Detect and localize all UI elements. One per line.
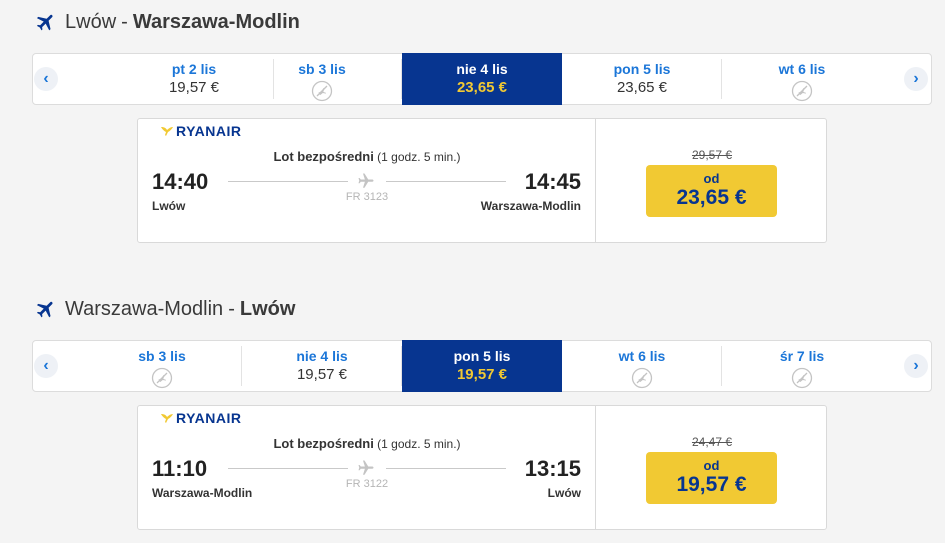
airline-name: RYANAIR [176,410,242,426]
airplane-icon [358,460,374,475]
date-label: sb 3 lis [138,348,186,364]
date-label: pon 5 lis [613,61,671,77]
airline-logo: RYANAIR [160,410,241,426]
route-origin: Warszawa-Modlin [65,297,224,320]
route-line-left [228,468,348,469]
date-option[interactable]: pon 5 lis 23,65 € [562,53,722,105]
flight-details: RYANAIR Lot bezpośredni (1 godz. 5 min.)… [138,406,596,529]
date-label: nie 4 lis [456,61,508,77]
date-label: pon 5 lis [453,348,511,364]
chevron-right-icon[interactable]: › [904,354,928,378]
date-option[interactable]: sb 3 lis [242,53,402,105]
flight-type: Lot bezpośredni (1 godz. 5 min.) [138,149,596,164]
date-selector: ‹ pt 2 lis 19,57 € sb 3 lis nie 4 lis 23… [32,53,932,105]
flight-duration: (1 godz. 5 min.) [377,150,461,164]
departure-airport: Warszawa-Modlin [152,486,253,500]
price-amount: 19,57 € [676,473,747,496]
select-price-button[interactable]: od 19,57 € [646,452,777,504]
route-line-left [228,181,348,182]
date-option-selected[interactable]: pon 5 lis 19,57 € [402,340,562,392]
route-separator: - [121,10,128,33]
flight-card[interactable]: RYANAIR Lot bezpośredni (1 godz. 5 min.)… [137,405,827,530]
old-price: 29,57 € [691,148,733,162]
date-price: 19,57 € [296,366,348,383]
date-label: wt 6 lis [778,61,826,77]
chevron-left-icon[interactable]: ‹ [34,354,58,378]
arrival-airport: Lwów [547,486,581,500]
route-destination: Lwów [239,297,296,320]
date-label: sb 3 lis [298,61,346,77]
date-price: 19,57 € [456,366,508,383]
flight-card[interactable]: RYANAIR Lot bezpośredni (1 godz. 5 min.)… [137,118,827,243]
flight-details: RYANAIR Lot bezpośredni (1 godz. 5 min.)… [138,119,596,242]
date-label: nie 4 lis [296,348,348,364]
route-destination: Warszawa-Modlin [132,10,300,33]
old-price: 24,47 € [691,435,733,449]
date-option[interactable]: nie 4 lis 19,57 € [242,340,402,392]
date-option[interactable]: wt 6 lis [722,53,882,105]
date-option[interactable]: wt 6 lis [562,340,722,392]
ryanair-harp-icon [161,127,173,136]
airline-name: RYANAIR [176,123,242,139]
date-option[interactable]: sb 3 lis [82,340,242,392]
direct-label: Lot bezpośredni [273,149,374,164]
route-title: Lwów - Warszawa-Modlin [35,10,300,34]
direct-label: Lot bezpośredni [273,436,374,451]
date-option[interactable]: śr 7 lis [722,340,882,392]
route-line-right [386,181,506,182]
flight-duration: (1 godz. 5 min.) [377,437,461,451]
date-price: 23,65 € [616,79,668,96]
chevron-right-icon[interactable]: › [904,67,928,91]
arrival-airport: Warszawa-Modlin [480,199,581,213]
inbound-section: Warszawa-Modlin - Lwów ‹ sb 3 lis nie 4 … [0,287,945,543]
date-price: 23,65 € [456,79,508,96]
no-flight-icon [311,80,333,102]
airplane-icon [36,14,53,31]
no-flight-icon [791,80,813,102]
date-label: śr 7 lis [779,348,825,364]
date-label: wt 6 lis [618,348,666,364]
outbound-section: Lwów - Warszawa-Modlin ‹ pt 2 lis 19,57 … [0,0,945,250]
no-flight-icon [631,367,653,389]
date-selector: ‹ sb 3 lis nie 4 lis 19,57 € pon 5 lis 1… [32,340,932,392]
no-flight-icon [791,367,813,389]
chevron-left-icon[interactable]: ‹ [34,67,58,91]
airline-logo: RYANAIR [160,123,241,139]
airplane-icon [358,173,374,188]
price-prefix: od [703,171,720,186]
route-separator: - [228,297,235,320]
route-line-right [386,468,506,469]
route-origin: Lwów [65,10,117,33]
price-amount: 23,65 € [676,186,747,209]
price-prefix: od [703,458,720,473]
route-title: Warszawa-Modlin - Lwów [35,297,295,321]
airplane-icon [36,301,53,318]
ryanair-harp-icon [161,414,173,423]
departure-airport: Lwów [152,199,186,213]
no-flight-icon [151,367,173,389]
flight-type: Lot bezpośredni (1 godz. 5 min.) [138,436,596,451]
select-price-button[interactable]: od 23,65 € [646,165,777,217]
date-option-selected[interactable]: nie 4 lis 23,65 € [402,53,562,105]
